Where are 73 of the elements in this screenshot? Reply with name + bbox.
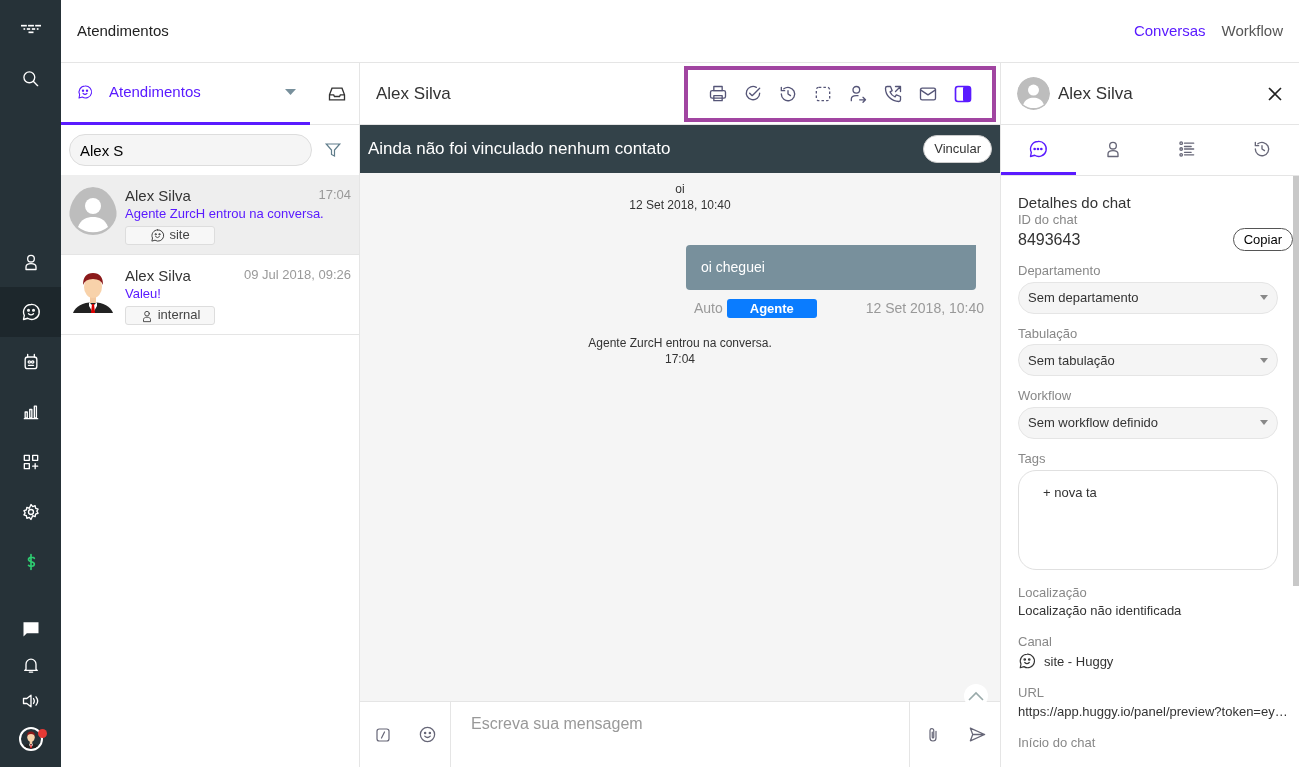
close-button[interactable] [1267,85,1283,102]
chat-id: 8493643 [1018,229,1081,249]
timestamp: 12 Set 2018, 10:40 [865,299,984,318]
conversations-tab[interactable]: Atendimentos [61,62,310,125]
system-message: oi [675,181,685,197]
slash-icon [373,725,392,744]
tags-field[interactable]: + nova ta [1018,469,1278,570]
system-message: Agente ZurcH entrou na conversa. [588,335,772,351]
contact-avatar [69,187,117,235]
filter-icon [324,141,342,159]
sidebar-item[interactable] [0,287,61,337]
field-label: Tabulação [1018,325,1079,342]
message-icon [20,619,41,639]
field-label: Tags [1018,450,1047,467]
message-bubble: oi cheguei [686,245,976,290]
close-icon [1268,86,1282,101]
message-input[interactable]: Escreva sua mensagem [450,702,910,767]
field-value: site - Huggy [1044,653,1114,670]
send-icon [968,725,987,744]
dropdown[interactable]: Sem workflow definido [1018,406,1278,439]
caret-icon [1260,295,1268,301]
chat-face-icon [1018,652,1036,671]
timestamp: 17:04 [318,187,351,204]
message-preview: Agente ZurcH entrou na conversa. [125,205,325,222]
channel-tag: site [125,226,215,245]
contact-avatar [1017,77,1050,110]
notice-text: Ainda não foi vinculado nenhum contato [368,138,671,161]
phone-icon [882,83,903,104]
chevron-up-icon [968,691,984,701]
contact-name: Alex Silva [125,267,191,286]
timestamp: 12 Set 2018, 10:40 [629,197,731,213]
dropdown[interactable]: Sem tabulação [1018,344,1278,377]
field-label: ID do chat [1018,212,1079,228]
field-label: Canal [1018,633,1053,650]
caret-icon [1260,357,1268,363]
conversation-item[interactable]: Alex Silva 17:04 Agente ZurcH entrou na conversa. site [61,175,359,255]
chat-title: Alex Silva [376,82,451,105]
message-preview: Valeu! [125,285,162,302]
contact-name: Alex Silva [125,187,191,206]
field-label: URL [1018,685,1045,701]
timestamp: 17:04 [665,351,695,367]
filter-button[interactable] [323,140,343,160]
dropdown[interactable]: Sem departamento [1018,281,1278,314]
search-icon [20,69,41,89]
sender-label: Auto [694,299,723,318]
split-panel-icon [952,83,973,104]
field-label: Departamento [1018,263,1102,279]
nav-link[interactable]: Conversas [1133,19,1206,43]
nav-link[interactable]: Workflow [1221,19,1283,43]
chat-face-icon [20,302,41,322]
notification-dot [38,729,47,738]
channel-tag: internal [125,306,215,325]
field-value: https://app.huggy.io/panel/preview?token=ey… [1018,703,1289,720]
field-label: Workflow [1018,388,1073,404]
page-title: Atendimentos [77,20,169,41]
copy-button[interactable]: Copiar [1232,227,1293,252]
conversation-item[interactable]: Alex Silva 09 Jul 2018, 09:26 Valeu! internal [61,255,359,335]
timestamp: 09 Jul 2018, 09:26 [244,267,351,284]
caret-icon [1260,420,1268,426]
agent-badge: Agente [726,298,817,319]
caret-icon [285,89,296,95]
link-contact-button[interactable]: Vincular [923,135,992,163]
chat-bubble-icon [1028,138,1049,159]
settings-icon [20,502,41,522]
field-value: Localização não identificada [1018,603,1183,619]
search-field[interactable]: Alex S [69,134,312,166]
chat-face-icon [150,228,166,243]
section-title: Detalhes do chat [1018,194,1132,212]
field-label: Localização [1018,584,1088,601]
printer-icon [707,83,728,104]
field-label: Início do chat [1018,734,1097,751]
contact-name: Alex Silva [1058,82,1133,105]
smiley-icon [418,725,437,744]
